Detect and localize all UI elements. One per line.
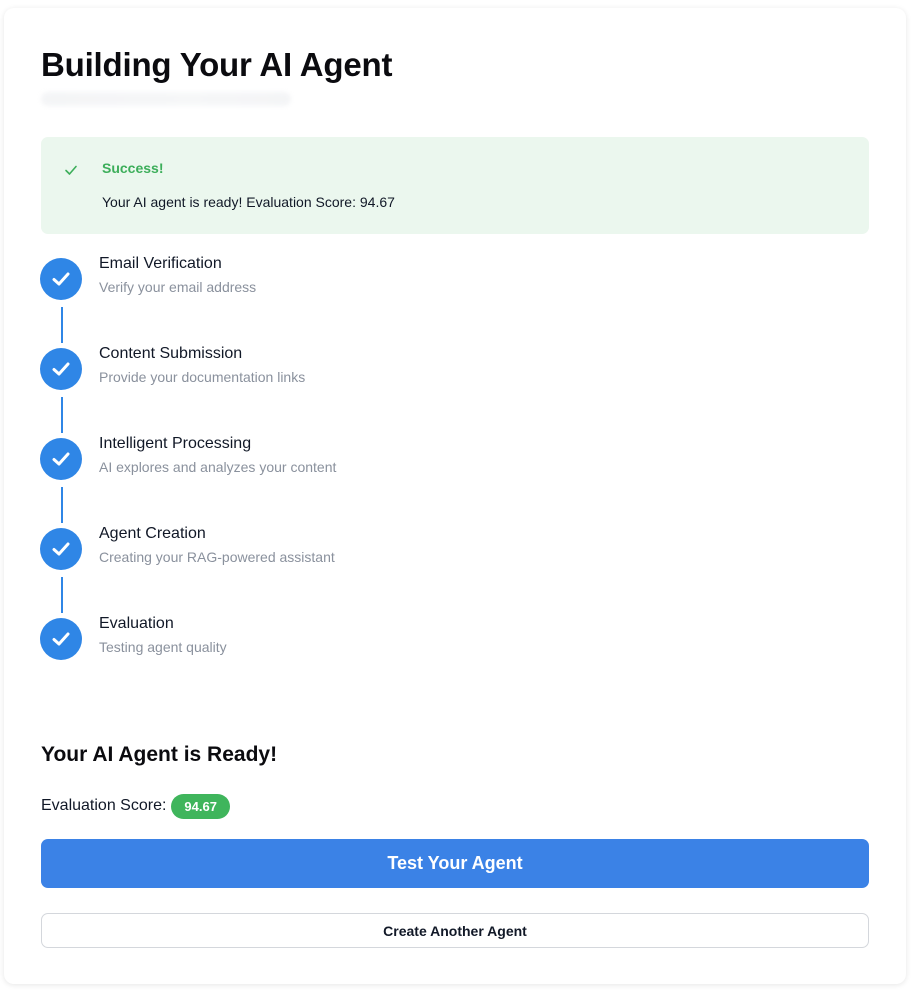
step-connector bbox=[61, 577, 63, 613]
step-check-icon bbox=[40, 438, 82, 480]
step-title: Content Submission bbox=[99, 345, 243, 362]
score-badge: 94.67 bbox=[171, 793, 230, 819]
step-connector bbox=[61, 397, 63, 433]
step-connector bbox=[61, 307, 63, 343]
step-connector bbox=[61, 487, 63, 523]
step-intelligent-processing: Intelligent Processing AI explores and a… bbox=[40, 435, 640, 482]
success-alert: Success! Your AI agent is ready! Evaluat… bbox=[41, 137, 869, 234]
step-title: Agent Creation bbox=[99, 525, 206, 542]
step-content-submission: Content Submission Provide your document… bbox=[40, 345, 640, 392]
step-description: Provide your documentation links bbox=[99, 369, 306, 385]
step-agent-creation: Agent Creation Creating your RAG-powered… bbox=[40, 525, 640, 572]
score-label: Evaluation Score: bbox=[41, 797, 167, 814]
check-icon bbox=[63, 162, 79, 178]
step-description: Creating your RAG-powered assistant bbox=[99, 549, 335, 565]
subtitle-placeholder bbox=[41, 92, 291, 106]
ready-heading: Your AI Agent is Ready! bbox=[41, 743, 278, 766]
test-agent-button[interactable]: Test Your Agent bbox=[41, 839, 869, 888]
step-check-icon bbox=[40, 258, 82, 300]
alert-message: Your AI agent is ready! Evaluation Score… bbox=[102, 194, 395, 210]
step-check-icon bbox=[40, 348, 82, 390]
step-description: Testing agent quality bbox=[99, 639, 227, 655]
step-description: Verify your email address bbox=[99, 279, 257, 295]
step-email-verification: Email Verification Verify your email add… bbox=[40, 255, 640, 302]
step-check-icon bbox=[40, 618, 82, 660]
page-title: Building Your AI Agent bbox=[41, 46, 393, 83]
step-title: Email Verification bbox=[99, 255, 222, 272]
alert-title: Success! bbox=[102, 160, 164, 176]
step-description: AI explores and analyzes your content bbox=[99, 459, 337, 475]
create-another-agent-button[interactable]: Create Another Agent bbox=[41, 913, 869, 948]
onboarding-card: Building Your AI Agent Success! Your AI … bbox=[4, 8, 906, 984]
evaluation-score-row: Evaluation Score: 94.67 bbox=[41, 793, 230, 819]
step-evaluation: Evaluation Testing agent quality bbox=[40, 615, 640, 662]
step-title: Evaluation bbox=[99, 615, 174, 632]
step-check-icon bbox=[40, 528, 82, 570]
step-title: Intelligent Processing bbox=[99, 435, 252, 452]
